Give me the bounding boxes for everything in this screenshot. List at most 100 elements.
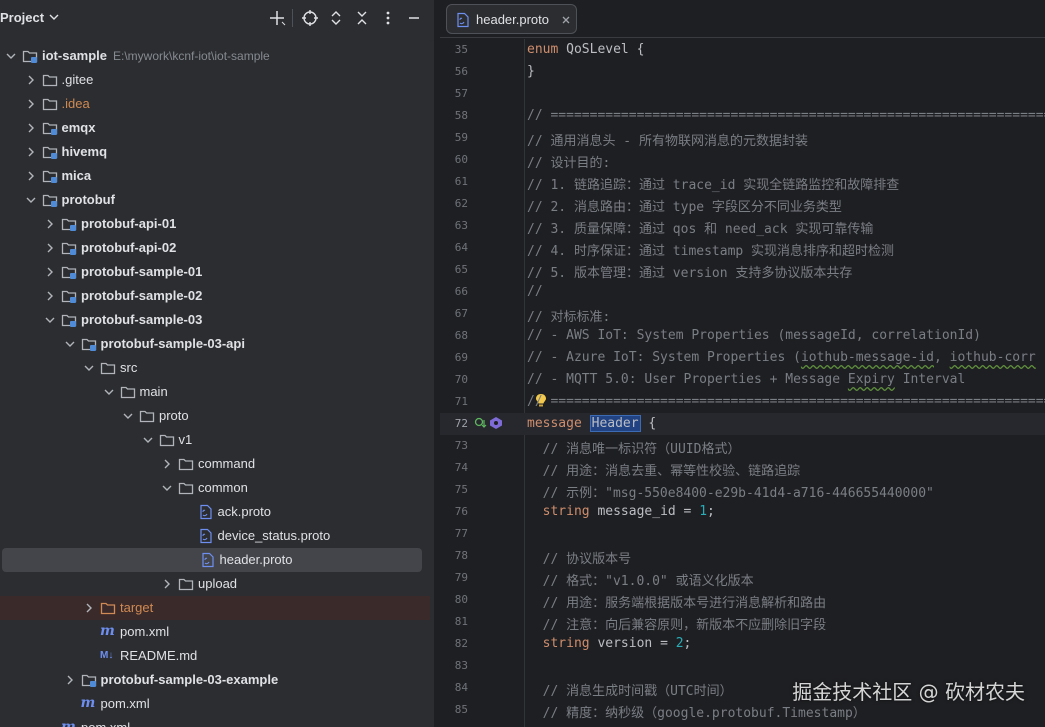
code-line[interactable]: 65 // 5. 版本管理：通过 version 支持多协议版本共存 (440, 259, 1045, 281)
tree-row[interactable]: m pom.xml (0, 716, 434, 727)
chevron-down-icon[interactable] (64, 338, 76, 350)
chevron-right-icon[interactable] (25, 98, 37, 110)
code-line[interactable]: 61 // 1. 链路追踪：通过 trace_id 实现全链路监控和故障排查 (440, 171, 1045, 193)
chevron-down-icon[interactable] (5, 50, 17, 62)
code-line[interactable]: 82 string version = 2; (440, 633, 1045, 655)
tree-row[interactable]: src (0, 356, 434, 380)
chevron-down-icon[interactable] (48, 11, 60, 23)
code-line[interactable]: 76 string message_id = 1; (440, 501, 1045, 523)
chevron-down-icon[interactable] (122, 410, 134, 422)
code-line[interactable]: 72 message Header { (440, 413, 1045, 435)
tree-row[interactable]: .idea (0, 92, 434, 116)
code-line[interactable]: 70 // - MQTT 5.0: User Properties + Messa… (440, 369, 1045, 391)
tree-row[interactable]: iot-sample E:\mywork\kcnf-iot\iot-sample (0, 44, 434, 68)
tree-row[interactable]: ack.proto (0, 500, 434, 524)
code-line[interactable]: 75 // 示例："msg-550e8400-e29b-41d4-a716-44… (440, 479, 1045, 501)
code-line[interactable]: 59 // 通用消息头 - 所有物联网消息的元数据封装 (440, 127, 1045, 149)
chevron-right-icon[interactable] (44, 290, 56, 302)
tree-row[interactable]: protobuf-api-01 (0, 212, 434, 236)
code-line[interactable]: 80 // 用途：服务端根据版本号进行消息解析和路由 (440, 589, 1045, 611)
chevron-right-icon[interactable] (25, 122, 37, 134)
tree-row[interactable]: main (0, 380, 434, 404)
chevron-right-icon[interactable] (64, 674, 76, 686)
implemented-icon[interactable] (474, 416, 488, 430)
code-line[interactable]: 67 // 对标标准: (440, 303, 1045, 325)
chevron-right-icon[interactable] (44, 266, 56, 278)
line-number: 71 (454, 395, 468, 408)
tree-row[interactable]: protobuf-sample-03-example (0, 668, 434, 692)
tree-row[interactable]: command (0, 452, 434, 476)
code-line[interactable]: 74 // 用途：消息去重、幂等性校验、链路追踪 (440, 457, 1045, 479)
project-panel-title[interactable]: Project (0, 10, 44, 25)
code-line[interactable]: 69// - Azure IoT: System Properties (iot… (440, 347, 1045, 369)
code-line[interactable]: 78 // 协议版本号 (440, 545, 1045, 567)
tree-row[interactable]: protobuf-sample-03-api (0, 332, 434, 356)
code-line[interactable]: 62 // 2. 消息路由：通过 type 字段区分不同业务类型 (440, 193, 1045, 215)
tree-row[interactable]: protobuf-sample-02 (0, 284, 434, 308)
tree-row[interactable]: M↓ README.md (0, 644, 434, 668)
collapse-all-icon[interactable] (353, 9, 371, 27)
tree-row[interactable]: device_status.proto (0, 524, 434, 548)
chevron-right-icon[interactable] (161, 578, 173, 590)
crosshair-icon[interactable] (301, 9, 319, 27)
chevron-right-icon[interactable] (25, 146, 37, 158)
code-line[interactable]: 63 // 3. 质量保障：通过 qos 和 need_ack 实现可靠传输 (440, 215, 1045, 237)
chevron-down-icon[interactable] (25, 194, 37, 206)
chevron-down-icon[interactable] (103, 386, 115, 398)
tree-row[interactable]: target (0, 596, 434, 620)
chevron-down-icon[interactable] (142, 434, 154, 446)
code-area[interactable]: 35 enum QoSLevel {56} 57 58 // =============… (440, 39, 1045, 727)
tree-row[interactable]: m pom.xml (0, 620, 434, 644)
code-line[interactable]: 66 // (440, 281, 1045, 303)
code-token: // 用途：服务端根据版本号进行消息解析和路由 (527, 596, 827, 611)
chevron-right-icon[interactable] (25, 170, 37, 182)
line-number: 68 (454, 329, 468, 342)
tree-row[interactable]: protobuf-api-02 (0, 236, 434, 260)
code-line[interactable]: 57 (440, 83, 1045, 105)
tree-row[interactable]: m pom.xml (0, 692, 434, 716)
tree-row[interactable]: v1 (0, 428, 434, 452)
tree-row[interactable]: mica (0, 164, 434, 188)
tree-row[interactable]: upload (0, 572, 434, 596)
close-icon[interactable] (560, 14, 572, 26)
code-line[interactable]: 77 (440, 523, 1045, 545)
tree-row[interactable]: proto (0, 404, 434, 428)
chevron-down-icon[interactable] (83, 362, 95, 374)
chevron-down-icon[interactable] (44, 314, 56, 326)
tree-item-label: header.proto (219, 552, 293, 567)
tree-row[interactable]: protobuf (0, 188, 434, 212)
tree-row[interactable]: emqx (0, 116, 434, 140)
tree-row[interactable]: hivemq (0, 140, 434, 164)
proto-message-icon[interactable] (489, 416, 503, 430)
code-line[interactable]: 60 // 设计目的: (440, 149, 1045, 171)
tree-row[interactable]: header.proto (2, 548, 422, 572)
chevron-right-icon[interactable] (25, 74, 37, 86)
tree-row[interactable]: common (0, 476, 434, 500)
chevron-right-icon[interactable] (44, 242, 56, 254)
code-line[interactable]: 79 // 格式："v1.0.0" 或语义化版本 (440, 567, 1045, 589)
code-line[interactable]: 73 // 消息唯一标识符（UUID格式） (440, 435, 1045, 457)
code-token: // 4. 时序保证：通过 timestamp 实现消息排序和超时检测 (527, 244, 895, 259)
code-line[interactable]: 56} (440, 61, 1045, 83)
tree-row[interactable]: protobuf-sample-03 (0, 308, 434, 332)
code-line[interactable]: 64 // 4. 时序保证：通过 timestamp 实现消息排序和超时检测 (440, 237, 1045, 259)
code-token: message_id = (589, 504, 700, 519)
code-line[interactable]: 35 enum QoSLevel { (440, 39, 1045, 61)
more-icon[interactable] (379, 9, 397, 27)
code-line[interactable]: 68 // - AWS IoT: System Properties (messa… (440, 325, 1045, 347)
expand-all-icon[interactable] (327, 9, 345, 27)
tab-header-proto[interactable]: header.proto (446, 4, 577, 34)
code-line[interactable]: 71 // ===================================… (440, 391, 1045, 413)
tree-row[interactable]: .gitee (0, 68, 434, 92)
code-line[interactable]: 58 // ===================================… (440, 105, 1045, 127)
chevron-right-icon[interactable] (44, 218, 56, 230)
chevron-right-icon[interactable] (83, 602, 95, 614)
minimize-icon[interactable] (405, 9, 423, 27)
code-line[interactable]: 81 // 注意：向后兼容原则，新版本不应删除旧字段 (440, 611, 1045, 633)
chevron-down-icon[interactable] (161, 482, 173, 494)
chevron-right-icon[interactable] (161, 458, 173, 470)
tree-row[interactable]: protobuf-sample-01 (0, 260, 434, 284)
code-text: // 示例："msg-550e8400-e29b-41d4-a716-44665… (527, 482, 934, 501)
code-line[interactable]: 83 (440, 655, 1045, 677)
plus-icon[interactable] (268, 9, 286, 27)
